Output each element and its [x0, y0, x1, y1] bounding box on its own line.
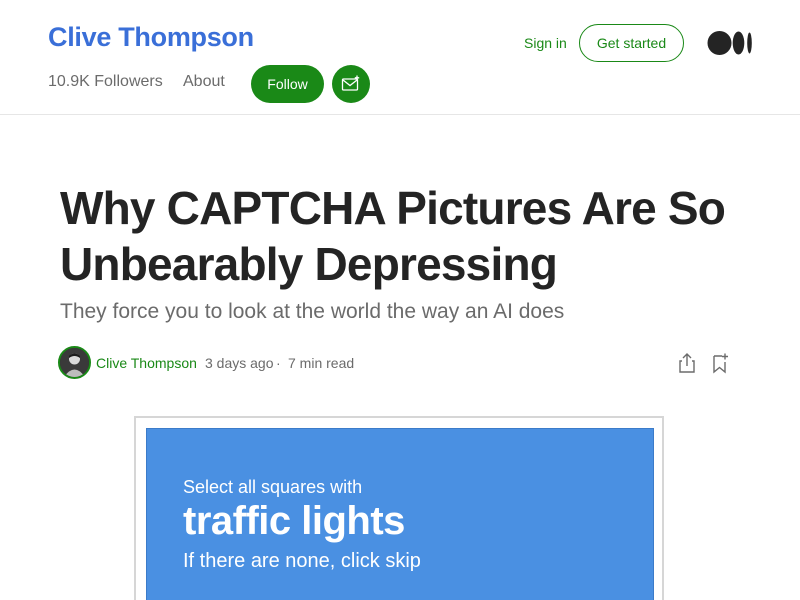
get-started-button[interactable]: Get started	[579, 24, 684, 62]
read-time: 7 min read	[288, 355, 355, 371]
bookmark-add-icon[interactable]	[709, 352, 731, 374]
captcha-hint: If there are none, click skip	[183, 550, 421, 572]
captcha-target: traffic lights	[183, 499, 405, 543]
follow-button[interactable]: Follow	[251, 65, 324, 103]
article-subtitle: They force you to look at the world the …	[60, 300, 565, 323]
author-name[interactable]: Clive Thompson	[96, 355, 197, 371]
article-title: Why CAPTCHA Pictures Are So Unbearably D…	[60, 182, 726, 290]
followers-count[interactable]: 10.9K Followers	[48, 73, 163, 91]
avatar-image	[60, 348, 89, 377]
byline: Clive Thompson 3 days ago · 7 min read	[58, 346, 738, 380]
subscribe-button[interactable]	[332, 65, 370, 103]
publish-date: 3 days ago	[205, 355, 274, 371]
share-icon[interactable]	[676, 352, 698, 374]
author-avatar[interactable]	[58, 346, 91, 379]
site-header: Clive Thompson 10.9K Followers About Fol…	[0, 0, 800, 115]
captcha-instruction: Select all squares with	[183, 477, 363, 497]
byline-separator: ·	[276, 355, 281, 371]
sign-in-link[interactable]: Sign in	[524, 35, 567, 51]
medium-logo-icon[interactable]	[707, 30, 753, 56]
captcha-image: Select all squares with traffic lights I…	[146, 428, 654, 600]
article-figure: Select all squares with traffic lights I…	[134, 416, 664, 600]
about-link[interactable]: About	[183, 73, 225, 91]
subscribe-mail-icon	[341, 75, 360, 91]
publication-title[interactable]: Clive Thompson	[48, 22, 254, 53]
